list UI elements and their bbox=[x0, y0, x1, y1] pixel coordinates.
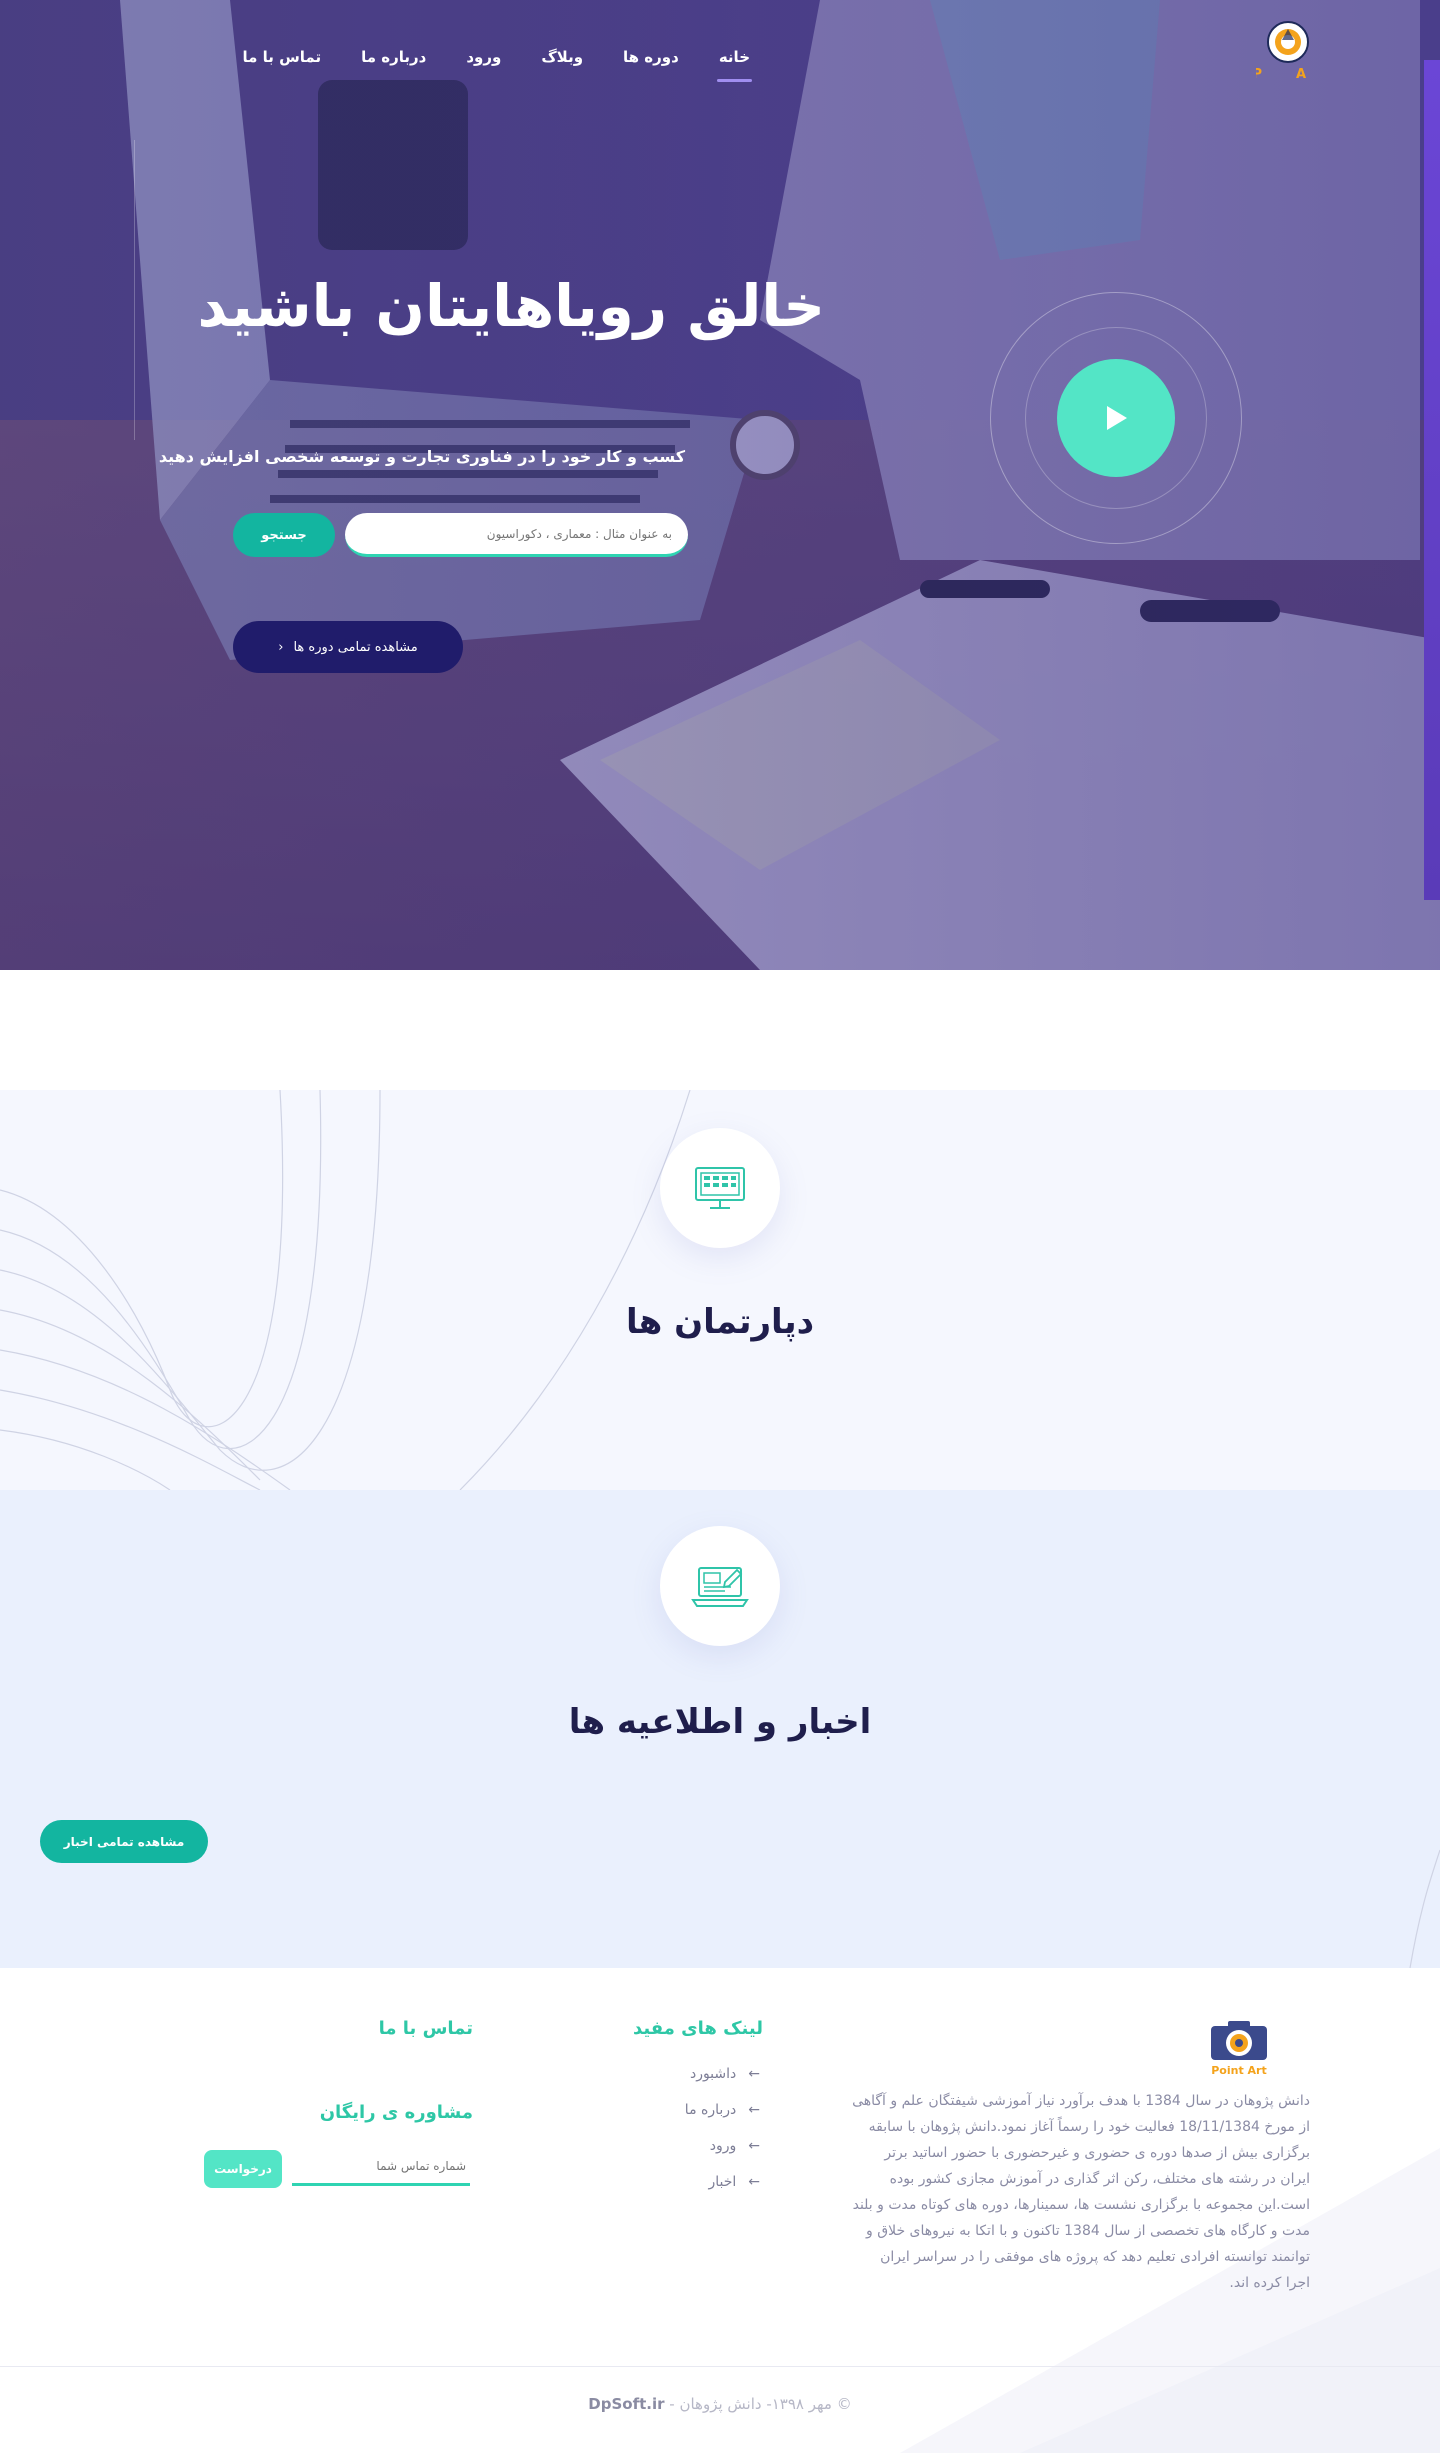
monitor-icon bbox=[695, 1167, 745, 1209]
play-icon bbox=[1107, 406, 1127, 430]
nav-item-login[interactable]: ورود bbox=[446, 40, 521, 74]
all-news-button[interactable]: مشاهده تمامی اخبار bbox=[40, 1820, 208, 1863]
logo-letter-a: A bbox=[1296, 67, 1306, 82]
camera-logo-icon: Point Art bbox=[1211, 2021, 1267, 2077]
free-consult-title: مشاوره ی رایگان bbox=[319, 2102, 473, 2123]
hero-side-accent bbox=[1424, 60, 1440, 900]
copyright-brand-link[interactable]: DpSoft.ir bbox=[588, 2395, 664, 2413]
search-button[interactable]: جستجو bbox=[233, 513, 335, 557]
footer-link-label: اخبار bbox=[708, 2174, 737, 2190]
footer-logo-text: Point Art bbox=[1211, 2064, 1267, 2076]
nav-item-courses[interactable]: دوره ها bbox=[603, 40, 699, 74]
all-courses-button[interactable]: مشاهده تمامی دوره ها ‹ bbox=[233, 621, 463, 673]
nav-item-about[interactable]: درباره ما bbox=[341, 40, 446, 74]
top-navigation: P A خانه دوره ها وبلاگ ورود درباره ما تم… bbox=[150, 21, 1320, 82]
copyright-prefix: © مهر ۱۳۹۸- دانش پژوهان - bbox=[664, 2395, 852, 2413]
contact-title: تماس با ما bbox=[378, 2018, 473, 2039]
hero-search: جستجو bbox=[233, 513, 688, 557]
arrow-left-icon: ← bbox=[748, 2066, 760, 2082]
footer-link-news[interactable]: ← اخبار bbox=[685, 2171, 760, 2207]
play-video-button[interactable] bbox=[1057, 359, 1175, 477]
footer-link-label: ورود bbox=[709, 2138, 737, 2154]
news-title: اخبار و اطلاعیه ها bbox=[568, 1702, 872, 1742]
camera-logo-icon: P A bbox=[1252, 21, 1309, 82]
nav-menu: خانه دوره ها وبلاگ ورود درباره ما تماس ب… bbox=[222, 40, 770, 82]
phone-number-input[interactable] bbox=[292, 2148, 470, 2186]
hero-section: P A خانه دوره ها وبلاگ ورود درباره ما تم… bbox=[0, 0, 1440, 970]
news-icon-circle bbox=[660, 1526, 780, 1646]
copyright-text: © مهر ۱۳۹۸- دانش پژوهان - DpSoft.ir bbox=[0, 2395, 1440, 2413]
departments-title: دپارتمان ها bbox=[625, 1302, 815, 1342]
hero-subtitle: کسب و کار خود را در فناوری تجارت و توسعه… bbox=[158, 447, 685, 466]
nav-item-home[interactable]: خانه bbox=[699, 40, 770, 82]
hero-vertical-line bbox=[134, 140, 135, 440]
departments-icon-circle bbox=[660, 1128, 780, 1248]
arrow-left-icon: ← bbox=[748, 2138, 760, 2154]
useful-links-list: ← داشبورد ← درباره ما ← ورود ← اخبار bbox=[685, 2063, 760, 2207]
useful-links-title: لینک های مفید bbox=[633, 2018, 763, 2039]
footer-link-dashboard[interactable]: ← داشبورد bbox=[685, 2063, 760, 2099]
footer-link-about[interactable]: ← درباره ما bbox=[685, 2099, 760, 2135]
nav-item-contact[interactable]: تماس با ما bbox=[222, 40, 341, 74]
laptop-edit-icon bbox=[691, 1567, 749, 1607]
logo-letter-p: P bbox=[1256, 67, 1262, 82]
nav-item-blog[interactable]: وبلاگ bbox=[521, 40, 603, 74]
chevron-left-icon: ‹ bbox=[278, 639, 284, 655]
news-section: اخبار و اطلاعیه ها bbox=[0, 1490, 1440, 1968]
hero-title: خالق رویاهایتان باشید bbox=[197, 272, 825, 340]
footer-link-label: درباره ما bbox=[684, 2102, 737, 2118]
hero-overlay bbox=[0, 0, 1440, 970]
footer-about-text: دانش پژوهان در سال 1384 با هدف برآورد نی… bbox=[852, 2093, 1310, 2291]
site-logo[interactable]: P A bbox=[1252, 18, 1320, 82]
arrow-left-icon: ← bbox=[748, 2174, 760, 2190]
all-courses-label: مشاهده تمامی دوره ها bbox=[293, 639, 418, 655]
arrow-left-icon: ← bbox=[748, 2102, 760, 2118]
footer-link-label: داشبورد bbox=[689, 2066, 737, 2082]
footer-divider bbox=[0, 2366, 1440, 2367]
footer-logo[interactable]: Point Art bbox=[1208, 2018, 1270, 2077]
footer-link-login[interactable]: ← ورود bbox=[685, 2135, 760, 2171]
departments-section: دپارتمان ها bbox=[0, 1090, 1440, 1490]
request-button[interactable]: درخواست bbox=[204, 2150, 282, 2188]
search-input[interactable] bbox=[345, 513, 688, 557]
